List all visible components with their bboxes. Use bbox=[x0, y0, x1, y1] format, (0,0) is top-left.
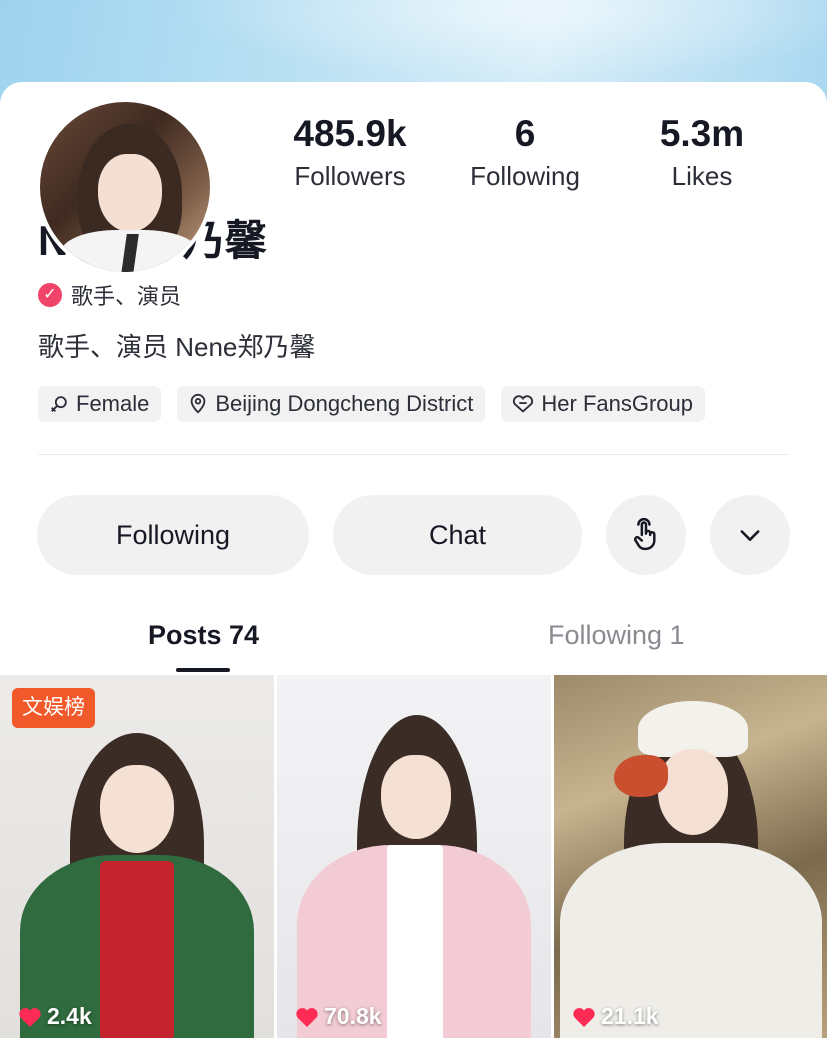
post-thumbnail[interactable]: 70.8k bbox=[277, 675, 551, 1038]
tab-indicator bbox=[176, 668, 230, 672]
verified-check-icon: ✓ bbox=[38, 283, 62, 307]
tap-hand-icon bbox=[633, 517, 656, 551]
post-thumbnail[interactable]: 文娱榜 2.4k bbox=[0, 675, 274, 1038]
post-likes-count: 2.4k bbox=[47, 1003, 92, 1029]
heart-icon bbox=[296, 1007, 318, 1027]
post-figure-leaf bbox=[614, 755, 668, 797]
tag-fansgroup-label: Her FansGroup bbox=[541, 391, 694, 416]
post-figure-face bbox=[100, 765, 174, 853]
heart-icon bbox=[19, 1007, 41, 1027]
following-button[interactable]: Following bbox=[37, 495, 309, 575]
posts-grid: 文娱榜 2.4k 70.8k 21.1k bbox=[0, 675, 827, 1038]
location-pin-icon bbox=[191, 393, 206, 414]
profile-stats: 485.9k Followers 6 Following 5.3m Likes bbox=[260, 112, 790, 202]
tag-location-label: Beijing Dongcheng District bbox=[215, 391, 474, 416]
chat-button[interactable]: Chat bbox=[333, 495, 582, 575]
stat-followers[interactable]: 485.9k Followers bbox=[265, 112, 435, 194]
verified-label: 歌手、演员 bbox=[71, 284, 182, 309]
touch-button[interactable] bbox=[606, 495, 686, 575]
post-likes: 70.8k bbox=[295, 1003, 382, 1030]
tab-following[interactable]: Following 1 bbox=[548, 618, 685, 652]
profile-bio: 歌手、演员 Nene郑乃馨 bbox=[38, 332, 316, 362]
profile-tags: Female Beijing Dongcheng District Her Fa… bbox=[38, 386, 721, 422]
content-tabs: Posts 74 Following 1 bbox=[0, 612, 827, 674]
post-likes: 2.4k bbox=[18, 1003, 92, 1030]
post-likes: 21.1k bbox=[572, 1003, 659, 1030]
followers-label: Followers bbox=[294, 161, 406, 191]
tag-location: Beijing Dongcheng District bbox=[177, 386, 486, 422]
stat-likes[interactable]: 5.3m Likes bbox=[617, 112, 787, 194]
post-likes-count: 21.1k bbox=[601, 1003, 659, 1029]
avatar[interactable] bbox=[36, 98, 214, 276]
following-label: Following bbox=[470, 161, 580, 191]
post-figure-face bbox=[658, 749, 728, 835]
tab-posts[interactable]: Posts 74 bbox=[148, 618, 259, 652]
rank-badge: 文娱榜 bbox=[12, 688, 95, 728]
stat-following[interactable]: 6 Following bbox=[440, 112, 610, 194]
post-likes-count: 70.8k bbox=[324, 1003, 382, 1029]
more-button[interactable] bbox=[710, 495, 790, 575]
avatar-face bbox=[98, 154, 162, 232]
post-thumbnail[interactable]: 21.1k bbox=[554, 675, 827, 1038]
heart-icon bbox=[573, 1007, 595, 1027]
followers-count: 485.9k bbox=[293, 113, 407, 154]
likes-label: Likes bbox=[671, 161, 733, 191]
likes-count: 5.3m bbox=[659, 113, 745, 154]
chevron-down-icon bbox=[740, 530, 760, 541]
female-icon bbox=[51, 396, 67, 412]
post-figure-blouse bbox=[387, 845, 443, 1038]
following-count: 6 bbox=[514, 113, 536, 154]
tag-fansgroup[interactable]: Her FansGroup bbox=[501, 386, 706, 422]
tag-gender-label: Female bbox=[76, 391, 150, 416]
divider bbox=[38, 454, 790, 455]
post-figure-sweater bbox=[100, 861, 174, 1038]
heart-outline-icon bbox=[513, 395, 534, 413]
verified-row: ✓ 歌手、演员 bbox=[38, 280, 181, 310]
tag-gender: Female bbox=[38, 386, 162, 422]
post-figure-face bbox=[381, 755, 451, 839]
